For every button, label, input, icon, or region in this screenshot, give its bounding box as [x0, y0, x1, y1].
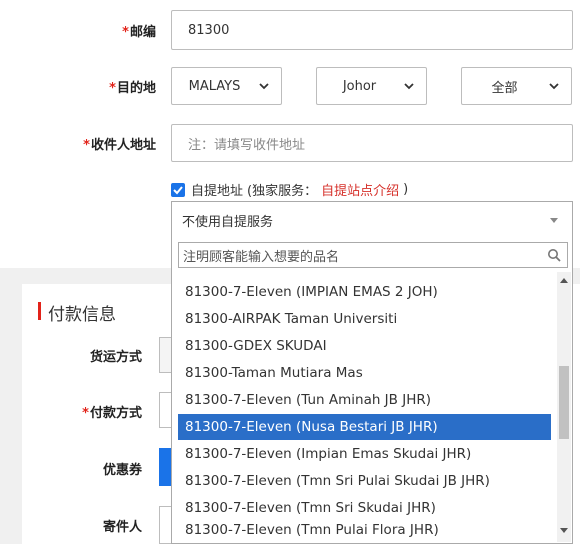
- state-select[interactable]: Johor: [316, 67, 427, 105]
- scroll-up-icon[interactable]: [560, 278, 568, 283]
- pickup-search-input[interactable]: 注明顾客能输入想要的品名: [178, 242, 568, 268]
- payment-section-title: 付款信息: [48, 305, 116, 325]
- coupon-label: 优惠券: [102, 463, 142, 478]
- shipping-method-label: 货运方式: [89, 350, 142, 365]
- list-item[interactable]: 81300-7-Eleven (Tun Aminah JB JHR): [178, 387, 551, 413]
- pickup-info-link[interactable]: 自提站点介绍: [321, 180, 399, 199]
- sender-label: 寄件人: [102, 520, 142, 535]
- search-icon: [548, 249, 561, 262]
- pickup-note-suffix: ): [403, 182, 409, 197]
- chevron-down-icon: [404, 83, 414, 90]
- list-item[interactable]: 81300-7-Eleven (Tmn Sri Skudai JHR): [178, 495, 551, 521]
- recipient-address-label: *收件人地址: [83, 138, 156, 153]
- city-select[interactable]: 全部: [461, 67, 572, 105]
- pickup-station-dropdown[interactable]: 不使用自提服务 注明顾客能输入想要的品名 81300-7-Eleven (IMP…: [171, 201, 573, 544]
- postcode-label: *邮编: [122, 25, 156, 40]
- section-accent-bar: [38, 302, 41, 320]
- chevron-down-icon: [259, 83, 269, 90]
- list-item[interactable]: 81300-7-Eleven (IMPIAN EMAS 2 JOH): [178, 279, 551, 305]
- country-value: MALAYS: [188, 78, 241, 94]
- scroll-down-icon[interactable]: [560, 528, 568, 533]
- pickup-checkbox-row[interactable]: 自提地址 (独家服务： 自提站点介绍 ): [171, 180, 408, 199]
- pickup-checkbox-label: 自提地址: [191, 184, 244, 199]
- list-item[interactable]: 81300-7-Eleven (Tmn Sri Pulai Skudai JB …: [178, 468, 551, 494]
- list-item[interactable]: 81300-7-Eleven (Tmn Pulai Flora JHR): [178, 522, 551, 542]
- checkmark-icon: [173, 185, 183, 194]
- state-value: Johor: [342, 78, 377, 94]
- chevron-down-icon: [549, 83, 559, 90]
- list-item[interactable]: 81300-GDEX SKUDAI: [178, 333, 551, 359]
- caret-down-icon: [550, 218, 558, 223]
- postcode-input[interactable]: 81300: [171, 10, 573, 50]
- destination-label: *目的地: [109, 81, 156, 96]
- pickup-search-placeholder: 注明顾客能输入想要的品名: [183, 249, 340, 265]
- pickup-checkbox[interactable]: [171, 182, 185, 197]
- recipient-address-input[interactable]: 注：请填写收件地址: [171, 124, 573, 162]
- list-item[interactable]: 81300-7-Eleven (Impian Emas Skudai JHR): [178, 441, 551, 467]
- list-item[interactable]: 81300-AIRPAK Taman Universiti: [178, 306, 551, 332]
- pickup-dropdown-selected[interactable]: 不使用自提服务: [172, 202, 572, 238]
- scrollbar-thumb[interactable]: [559, 366, 569, 439]
- city-value: 全部: [491, 80, 518, 96]
- list-item-highlighted[interactable]: 81300-7-Eleven (Nusa Bestari JB JHR): [178, 414, 551, 440]
- country-select[interactable]: MALAYS: [171, 67, 282, 105]
- list-item[interactable]: 81300-Taman Mutiara Mas: [178, 360, 551, 386]
- pickup-note-prefix: (独家服务：: [247, 184, 318, 199]
- payment-method-label: *付款方式: [82, 406, 142, 421]
- pickup-selected-value: 不使用自提服务: [182, 214, 274, 230]
